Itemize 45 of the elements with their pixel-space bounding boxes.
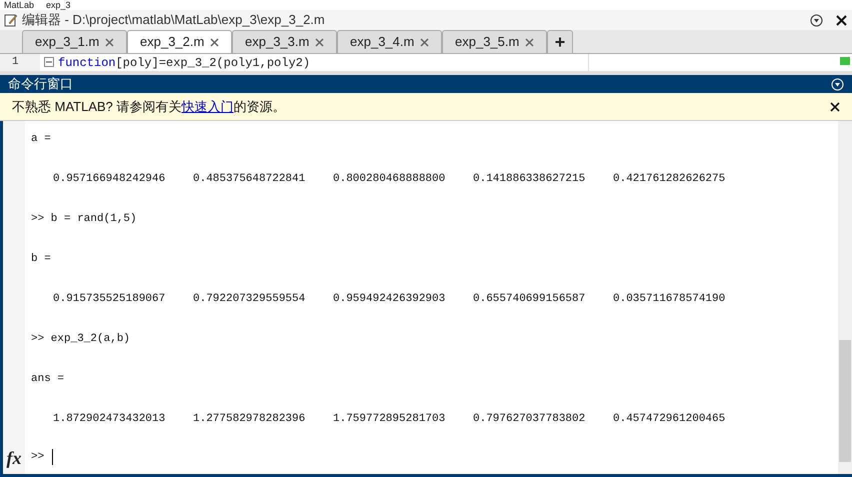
console-line: ans = <box>31 373 64 385</box>
output-value: 0.797627037783802 <box>473 413 586 425</box>
text-cursor <box>52 449 54 465</box>
notice-text: 不熟悉 MATLAB? 请参阅有关快速入门的资源。 <box>12 98 287 116</box>
add-tab-button[interactable]: + <box>547 30 573 53</box>
line-number: 1 <box>0 54 40 71</box>
console-line: >> b = rand(1,5) <box>31 213 137 225</box>
editor-tab[interactable]: exp_3_2.m <box>127 30 232 53</box>
output-value: 0.655740699156587 <box>473 293 586 305</box>
status-indicator <box>840 57 850 65</box>
output-value: 0.485375648722841 <box>193 173 306 185</box>
output-value: 0.792207329559554 <box>193 293 306 305</box>
output-value: 0.457472961200465 <box>613 413 726 425</box>
output-value: 0.957166948242946 <box>53 173 166 185</box>
output-value: 0.800280468888800 <box>333 173 446 185</box>
output-value: 1.277582978282396 <box>193 413 306 425</box>
console-line: >> exp_3_2(a,b) <box>31 333 130 345</box>
vertical-scrollbar[interactable] <box>838 121 852 474</box>
output-value: 0.035711678574190 <box>613 293 726 305</box>
output-value: 0.959492426392903 <box>333 293 446 305</box>
output-value: 1.759772895281703 <box>333 413 446 425</box>
close-icon[interactable] <box>830 102 840 112</box>
console-line: a = <box>31 133 51 145</box>
pencil-icon <box>4 13 18 27</box>
editor-tab[interactable]: exp_3_3.m <box>232 30 337 53</box>
quick-start-link[interactable]: 快速入门 <box>182 98 234 114</box>
dropdown-icon[interactable] <box>810 14 823 26</box>
output-value: 0.141886338627215 <box>473 173 586 185</box>
output-value: 1.872902473432013 <box>53 413 166 425</box>
editor-tab[interactable]: exp_3_4.m <box>337 30 442 53</box>
fold-icon[interactable] <box>44 57 54 67</box>
close-icon[interactable] <box>835 14 848 26</box>
editor-tab[interactable]: exp_3_1.m <box>22 30 127 53</box>
breadcrumb-item[interactable]: MatLab <box>4 0 34 10</box>
editor-tab[interactable]: exp_3_5.m <box>442 30 547 53</box>
editor-title: 编辑器 - D:\project\matlab\MatLab\exp_3\exp_3_2.m <box>22 11 326 30</box>
output-value: 0.915735525189067 <box>53 293 166 305</box>
command-prompt: >> <box>31 450 44 465</box>
breadcrumb-item[interactable]: exp_3 <box>46 0 71 10</box>
function-icon[interactable]: fx <box>6 445 22 472</box>
console-line: b = <box>31 253 51 265</box>
output-value: 0.421761282626275 <box>613 173 726 185</box>
scrollbar-thumb[interactable] <box>839 340 851 462</box>
panel-title: 命令行窗口 <box>8 75 74 94</box>
code-line: function[poly]=exp_3_2(poly1,poly2) <box>58 55 312 71</box>
